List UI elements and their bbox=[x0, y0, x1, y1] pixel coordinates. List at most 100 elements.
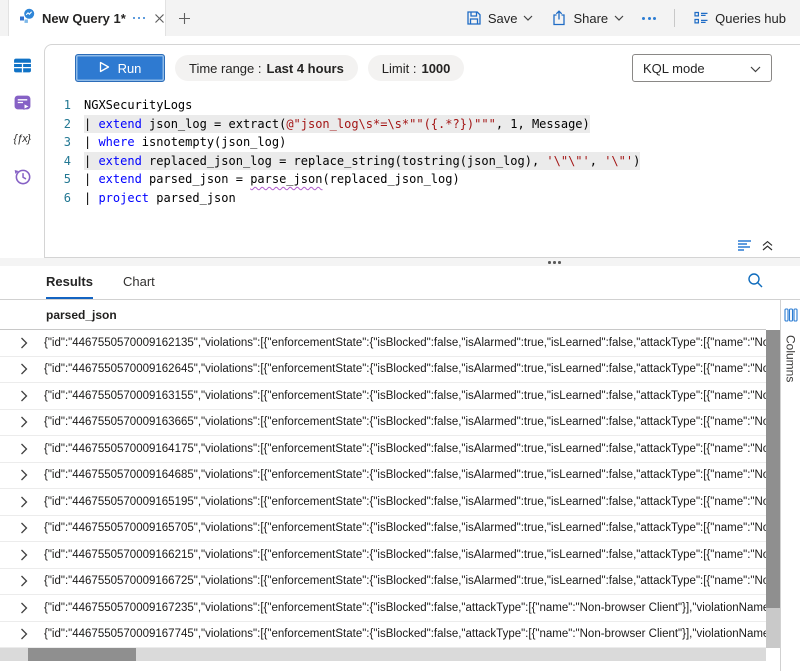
adx-query-icon bbox=[19, 8, 35, 29]
tab-results[interactable]: Results bbox=[46, 266, 93, 299]
line-number: 6 bbox=[45, 189, 71, 208]
table-row[interactable]: {"id":"4467550570009167235","violations"… bbox=[0, 595, 766, 622]
expand-row-icon[interactable] bbox=[20, 628, 30, 640]
sidebar-item-functions[interactable]: {ƒx} bbox=[11, 128, 33, 150]
table-row[interactable]: {"id":"4467550570009162645","violations"… bbox=[0, 357, 766, 384]
line-number: 1 bbox=[45, 96, 71, 115]
queries-hub-label: Queries hub bbox=[715, 11, 786, 26]
tab-more-icon[interactable] bbox=[133, 17, 146, 20]
row-json-text: {"id":"4467550570009163665","violations"… bbox=[44, 416, 766, 428]
results-body: parsed_json {"id":"4467550570009162135",… bbox=[0, 300, 800, 671]
more-actions-button[interactable] bbox=[642, 17, 656, 20]
expand-row-icon[interactable] bbox=[20, 602, 30, 614]
expand-row-icon[interactable] bbox=[20, 575, 30, 587]
new-tab-button[interactable] bbox=[166, 0, 203, 36]
line-number: 4 bbox=[45, 152, 71, 171]
expand-row-icon[interactable] bbox=[20, 443, 30, 455]
divider bbox=[674, 9, 675, 27]
table-row[interactable]: {"id":"4467550570009164685","violations"… bbox=[0, 463, 766, 490]
table-row[interactable]: {"id":"4467550570009163155","violations"… bbox=[0, 383, 766, 410]
editor-line: 2 | extend json_log = extract(@"json_log… bbox=[45, 115, 800, 134]
row-json-text: {"id":"4467550570009164175","violations"… bbox=[44, 443, 766, 455]
results-rows: {"id":"4467550570009162135","violations"… bbox=[0, 330, 766, 648]
share-button[interactable]: Share bbox=[551, 10, 624, 26]
line-code: NGXSecurityLogs bbox=[84, 96, 192, 115]
collapse-panel-icon[interactable] bbox=[761, 239, 774, 252]
collapse-lines-icon[interactable] bbox=[737, 239, 752, 252]
tab-close-icon[interactable] bbox=[154, 13, 165, 24]
more-icon bbox=[642, 17, 656, 20]
time-range-label: Time range : bbox=[189, 61, 262, 76]
tab-title: New Query 1* bbox=[42, 11, 126, 26]
expand-row-icon[interactable] bbox=[20, 390, 30, 402]
sidebar-item-queries[interactable] bbox=[11, 91, 33, 113]
horizontal-scrollbar[interactable] bbox=[0, 648, 766, 661]
query-mode-select[interactable]: KQL mode bbox=[632, 54, 772, 82]
limit-label: Limit : bbox=[382, 61, 417, 76]
tab-chart[interactable]: Chart bbox=[123, 266, 155, 299]
line-code: | project parsed_json bbox=[84, 189, 236, 208]
save-icon bbox=[466, 10, 482, 26]
time-range-picker[interactable]: Time range : Last 4 hours bbox=[175, 55, 358, 81]
row-json-text: {"id":"4467550570009164685","violations"… bbox=[44, 469, 766, 481]
line-number: 2 bbox=[45, 115, 71, 134]
table-row[interactable]: {"id":"4467550570009165705","violations"… bbox=[0, 516, 766, 543]
pane-splitter[interactable] bbox=[0, 258, 800, 266]
expand-row-icon[interactable] bbox=[20, 337, 30, 349]
expand-row-icon[interactable] bbox=[20, 522, 30, 534]
sidebar-item-tables[interactable] bbox=[11, 54, 33, 76]
save-label: Save bbox=[488, 11, 518, 26]
row-json-text: {"id":"4467550570009167235","violations"… bbox=[44, 602, 766, 614]
row-json-text: {"id":"4467550570009167745","violations"… bbox=[44, 628, 766, 640]
editor-line: 4 | extend replaced_json_log = replace_s… bbox=[45, 152, 800, 171]
sidebar-item-history[interactable] bbox=[11, 165, 33, 187]
expand-row-icon[interactable] bbox=[20, 416, 30, 428]
play-icon bbox=[99, 61, 110, 76]
results-pane: Results Chart parsed_json bbox=[0, 266, 800, 671]
chevron-down-icon bbox=[614, 15, 624, 21]
chevron-down-icon bbox=[523, 15, 533, 21]
tab-bar: New Query 1* Save S bbox=[0, 0, 800, 36]
vertical-scrollbar[interactable] bbox=[766, 330, 780, 648]
table-row[interactable]: {"id":"4467550570009164175","violations"… bbox=[0, 436, 766, 463]
table-row[interactable]: {"id":"4467550570009165195","violations"… bbox=[0, 489, 766, 516]
table-row[interactable]: {"id":"4467550570009166725","violations"… bbox=[0, 569, 766, 596]
kql-editor[interactable]: 1 NGXSecurityLogs 2 | extend json_log = … bbox=[45, 91, 800, 233]
table-row[interactable]: {"id":"4467550570009163665","violations"… bbox=[0, 410, 766, 437]
row-json-text: {"id":"4467550570009165195","violations"… bbox=[44, 496, 766, 508]
azure-data-explorer-window: New Query 1* Save S bbox=[0, 0, 800, 671]
expand-row-icon[interactable] bbox=[20, 496, 30, 508]
search-results-button[interactable] bbox=[747, 266, 764, 299]
expand-row-icon[interactable] bbox=[20, 469, 30, 481]
query-panel: Run Time range : Last 4 hours Limit : 10… bbox=[44, 44, 800, 258]
splitter-handle-icon bbox=[548, 261, 561, 264]
line-code: | extend replaced_json_log = replace_str… bbox=[84, 152, 640, 171]
limit-picker[interactable]: Limit : 1000 bbox=[368, 55, 465, 81]
editor-footer bbox=[45, 233, 800, 257]
expand-row-icon[interactable] bbox=[20, 549, 30, 561]
save-button[interactable]: Save bbox=[466, 10, 534, 26]
run-button[interactable]: Run bbox=[75, 54, 165, 82]
table-row[interactable]: {"id":"4467550570009167745","violations"… bbox=[0, 622, 766, 649]
row-json-text: {"id":"4467550570009162645","violations"… bbox=[44, 363, 766, 375]
table-row[interactable]: {"id":"4467550570009162135","violations"… bbox=[0, 330, 766, 357]
horizontal-scrollbar-thumb[interactable] bbox=[28, 648, 136, 661]
results-grid: parsed_json {"id":"4467550570009162135",… bbox=[0, 300, 766, 671]
query-tab[interactable]: New Query 1* bbox=[8, 0, 166, 36]
columns-panel-toggle[interactable]: Columns bbox=[780, 300, 800, 671]
vertical-scrollbar-thumb[interactable] bbox=[766, 330, 780, 608]
queries-hub-button[interactable]: Queries hub bbox=[693, 10, 786, 26]
column-header-parsed-json[interactable]: parsed_json bbox=[0, 300, 766, 330]
editor-line: 6 | project parsed_json bbox=[45, 189, 800, 208]
expand-row-icon[interactable] bbox=[20, 363, 30, 375]
search-icon bbox=[747, 272, 764, 294]
row-json-text: {"id":"4467550570009163155","violations"… bbox=[44, 390, 766, 402]
functions-icon: {ƒx} bbox=[14, 133, 31, 145]
time-range-value: Last 4 hours bbox=[267, 61, 344, 76]
editor-line: 3 | where isnotempty(json_log) bbox=[45, 133, 800, 152]
limit-value: 1000 bbox=[421, 61, 450, 76]
line-number: 5 bbox=[45, 170, 71, 189]
row-json-text: {"id":"4467550570009165705","violations"… bbox=[44, 522, 766, 534]
tab-results-label: Results bbox=[46, 274, 93, 289]
table-row[interactable]: {"id":"4467550570009166215","violations"… bbox=[0, 542, 766, 569]
